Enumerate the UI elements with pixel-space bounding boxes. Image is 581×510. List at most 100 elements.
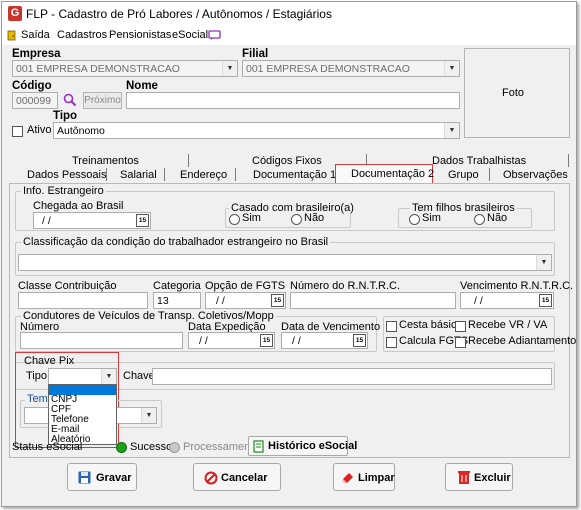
vencimento-value: / / bbox=[292, 335, 301, 347]
sucesso-status-icon bbox=[116, 442, 127, 453]
tab-separator bbox=[489, 168, 490, 181]
tab-dados-trabalhistas[interactable]: Dados Trabalhistas bbox=[432, 155, 526, 167]
classe-label: Classe Contribuição bbox=[18, 280, 117, 292]
tab-separator bbox=[164, 168, 165, 181]
chegada-label: Chegada ao Brasil bbox=[33, 200, 124, 212]
ativo-label: Ativo bbox=[27, 124, 52, 136]
pix-tipo-label: Tipo bbox=[26, 370, 47, 382]
calendar-icon[interactable]: 15 bbox=[539, 294, 552, 307]
chat-icon[interactable] bbox=[208, 30, 221, 41]
photo-box[interactable]: Foto bbox=[464, 48, 570, 138]
recebe-vr-checkbox[interactable] bbox=[455, 321, 466, 332]
cancel-icon bbox=[204, 471, 218, 485]
tab-grupo[interactable]: Grupo bbox=[448, 169, 479, 181]
filhos-sim-label: Sim bbox=[422, 212, 441, 224]
historico-esocial-button[interactable]: Histórico eSocial bbox=[248, 436, 357, 456]
gravar-label: Gravar bbox=[96, 472, 132, 484]
codigo-input[interactable]: 000099 bbox=[12, 92, 58, 109]
recebe-vr-label: Recebe VR / VA bbox=[468, 319, 548, 331]
tab-separator bbox=[188, 154, 189, 167]
calendar-icon[interactable]: 15 bbox=[260, 334, 273, 347]
pix-tipo-select[interactable]: ▼ bbox=[48, 368, 117, 385]
excluir-button[interactable]: Excluir bbox=[445, 463, 513, 491]
casado-nao-radio[interactable] bbox=[291, 214, 302, 225]
classe-input[interactable] bbox=[18, 292, 148, 309]
trash-icon bbox=[458, 470, 470, 485]
fgts-value: / / bbox=[216, 295, 225, 307]
filhos-nao-radio[interactable] bbox=[474, 214, 485, 225]
document-icon bbox=[253, 440, 265, 453]
rntrc-input[interactable] bbox=[290, 292, 456, 309]
chevron-down-icon: ▼ bbox=[141, 408, 156, 423]
sucesso-label: Sucesso bbox=[130, 441, 173, 453]
codigo-label: Código bbox=[12, 80, 52, 92]
tab-separator bbox=[568, 154, 569, 167]
tab-treinamentos[interactable]: Treinamentos bbox=[72, 155, 139, 167]
categoria-input[interactable]: 13 bbox=[153, 292, 201, 309]
tab-observacoes[interactable]: Observações bbox=[503, 169, 568, 181]
calendar-icon[interactable]: 15 bbox=[136, 214, 149, 227]
tipo-select[interactable]: Autônomo ▼ bbox=[53, 122, 460, 139]
chevron-down-icon: ▼ bbox=[536, 255, 551, 270]
save-disk-icon bbox=[78, 471, 91, 484]
tab-salarial[interactable]: Salarial bbox=[120, 169, 157, 181]
chevron-down-icon: ▼ bbox=[101, 369, 116, 384]
recebe-adiantamento-label: Recebe Adiantamento bbox=[468, 335, 577, 347]
info-estrangeiro-title: Info. Estrangeiro bbox=[21, 185, 106, 197]
numero-input[interactable] bbox=[20, 332, 183, 349]
tab-endereco[interactable]: Endereço bbox=[180, 169, 227, 181]
window-title: FLP - Cadastro de Pró Labores / Autônomo… bbox=[26, 7, 332, 21]
chegada-date-input[interactable]: / / 15 bbox=[33, 212, 151, 229]
menu-cadastros[interactable]: Cadastros bbox=[57, 29, 107, 41]
calcula-fgts-checkbox[interactable] bbox=[386, 337, 397, 348]
cancelar-label: Cancelar bbox=[221, 472, 268, 484]
chevron-down-icon: ▼ bbox=[444, 61, 459, 76]
recebe-adiantamento-checkbox[interactable] bbox=[455, 337, 466, 348]
casado-nao-label: Não bbox=[304, 212, 325, 224]
nome-input[interactable] bbox=[126, 92, 460, 109]
calendar-icon[interactable]: 15 bbox=[271, 294, 284, 307]
exit-door-icon[interactable] bbox=[7, 30, 18, 41]
app-logo-icon: G bbox=[8, 6, 22, 21]
menu-pensionistas[interactable]: Pensionistas bbox=[109, 29, 171, 41]
filial-value: 001 EMPRESA DEMONSTRACAO bbox=[246, 63, 410, 75]
vencimento-date-input[interactable]: / / 15 bbox=[281, 332, 368, 349]
filial-label: Filial bbox=[242, 48, 269, 60]
limpar-label: Limpar bbox=[358, 472, 395, 484]
limpar-button[interactable]: Limpar bbox=[333, 463, 395, 491]
menu-esocial[interactable]: eSocial bbox=[172, 29, 208, 41]
venc-rntrc-value: / / bbox=[474, 295, 483, 307]
search-icon[interactable] bbox=[63, 93, 77, 107]
fgts-date-input[interactable]: / / 15 bbox=[205, 292, 286, 309]
pix-tipo-dropdown: CNPJ CPF Telefone E-mail Aleatório bbox=[48, 384, 117, 445]
empresa-select[interactable]: 001 EMPRESA DEMONSTRACAO ▼ bbox=[12, 60, 238, 77]
excluir-label: Excluir bbox=[474, 472, 511, 484]
main-window: G FLP - Cadastro de Pró Labores / Autôno… bbox=[1, 1, 577, 507]
expedicao-date-input[interactable]: / / 15 bbox=[188, 332, 275, 349]
chevron-down-icon: ▼ bbox=[444, 123, 459, 138]
gravar-button[interactable]: Gravar bbox=[67, 463, 137, 491]
filhos-nao-label: Não bbox=[487, 212, 508, 224]
title-bar: G FLP - Cadastro de Pró Labores / Autôno… bbox=[2, 2, 576, 26]
cancelar-button[interactable]: Cancelar bbox=[193, 463, 281, 491]
ativo-checkbox[interactable] bbox=[12, 126, 23, 137]
tab-dados-pessoais[interactable]: Dados Pessoais bbox=[27, 169, 107, 181]
cesta-basica-label: Cesta básica bbox=[399, 319, 463, 331]
pix-chave-input[interactable] bbox=[152, 368, 552, 385]
calendar-icon[interactable]: 15 bbox=[353, 334, 366, 347]
tab-codigos-fixos[interactable]: Códigos Fixos bbox=[252, 155, 322, 167]
nome-label: Nome bbox=[126, 80, 158, 92]
menu-saida[interactable]: Saída bbox=[21, 29, 50, 41]
pix-title: Chave Pix bbox=[24, 355, 75, 367]
casado-sim-label: Sim bbox=[242, 212, 261, 224]
cesta-basica-checkbox[interactable] bbox=[386, 321, 397, 332]
tab-documentacao-1[interactable]: Documentação 1 bbox=[253, 169, 336, 181]
status-esocial-label: Status eSocial bbox=[12, 441, 83, 453]
proximo-button[interactable]: Próximo bbox=[83, 92, 122, 109]
casado-sim-radio[interactable] bbox=[229, 214, 240, 225]
filial-select[interactable]: 001 EMPRESA DEMONSTRACAO ▼ bbox=[242, 60, 460, 77]
venc-rntrc-date-input[interactable]: / / 15 bbox=[460, 292, 554, 309]
categoria-label: Categoria bbox=[153, 280, 201, 292]
filhos-sim-radio[interactable] bbox=[409, 214, 420, 225]
classificacao-select[interactable]: ▼ bbox=[18, 254, 552, 271]
